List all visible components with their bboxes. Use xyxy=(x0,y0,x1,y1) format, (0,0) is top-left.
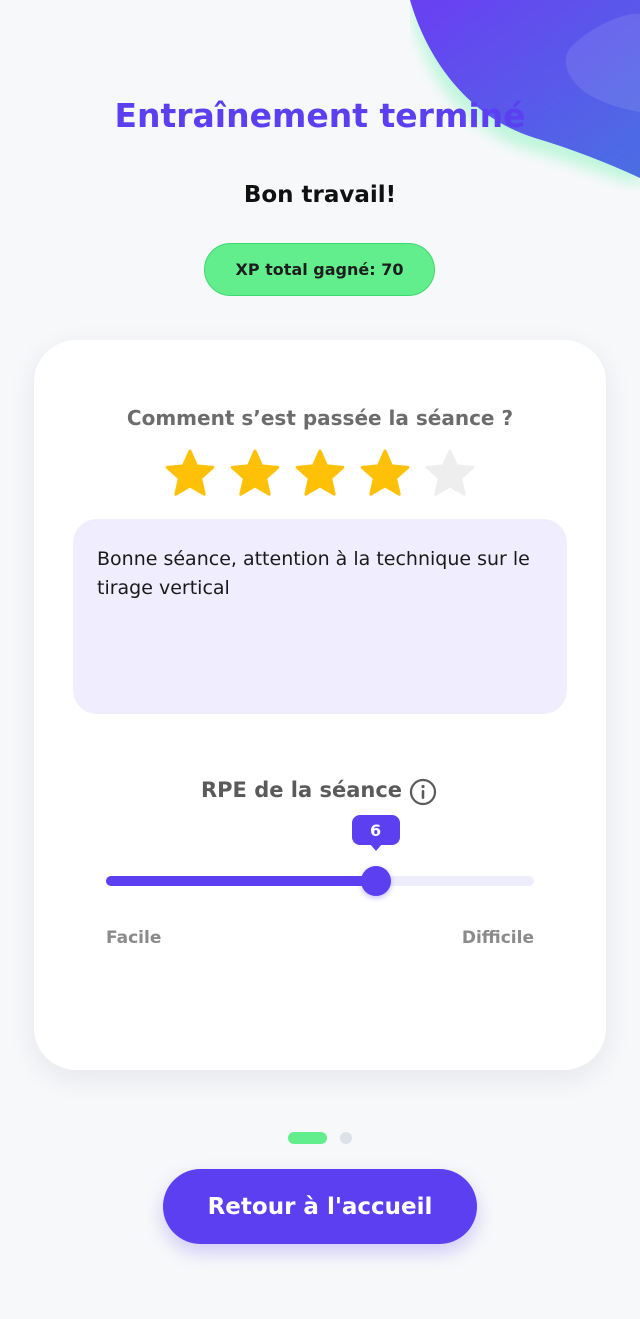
slider-thumb[interactable] xyxy=(360,866,391,896)
star-filled-icon[interactable] xyxy=(359,448,411,500)
page-dot xyxy=(340,1132,352,1144)
star-empty-icon[interactable] xyxy=(424,448,476,500)
rating-question: Comment s’est passée la séance ? xyxy=(126,406,514,430)
page-indicator xyxy=(288,1132,352,1144)
page-dot-active xyxy=(288,1132,327,1144)
slider-min-label: Facile xyxy=(106,928,162,948)
page-subtitle: Bon travail! xyxy=(243,182,397,208)
rpe-slider[interactable]: 6 xyxy=(106,810,534,920)
slider-value-bubble: 6 xyxy=(351,815,400,851)
xp-badge: XP total gagné: 70 xyxy=(204,243,435,296)
info-icon[interactable] xyxy=(408,777,438,807)
home-button[interactable]: Retour à l'accueil xyxy=(163,1169,477,1244)
slider-fill xyxy=(106,876,376,886)
slider-max-label: Difficile xyxy=(461,928,534,948)
star-filled-icon[interactable] xyxy=(294,448,346,500)
feedback-card: Comment s’est passée la séance ? Bonne s… xyxy=(34,340,606,1070)
page-title: Entraînement terminé xyxy=(114,96,526,135)
star-filled-icon[interactable] xyxy=(229,448,281,500)
rpe-label: RPE de la séance xyxy=(201,778,403,802)
comment-textarea[interactable]: Bonne séance, attention à la technique s… xyxy=(73,519,567,714)
star-rating[interactable] xyxy=(164,448,489,498)
star-filled-icon[interactable] xyxy=(164,448,216,500)
